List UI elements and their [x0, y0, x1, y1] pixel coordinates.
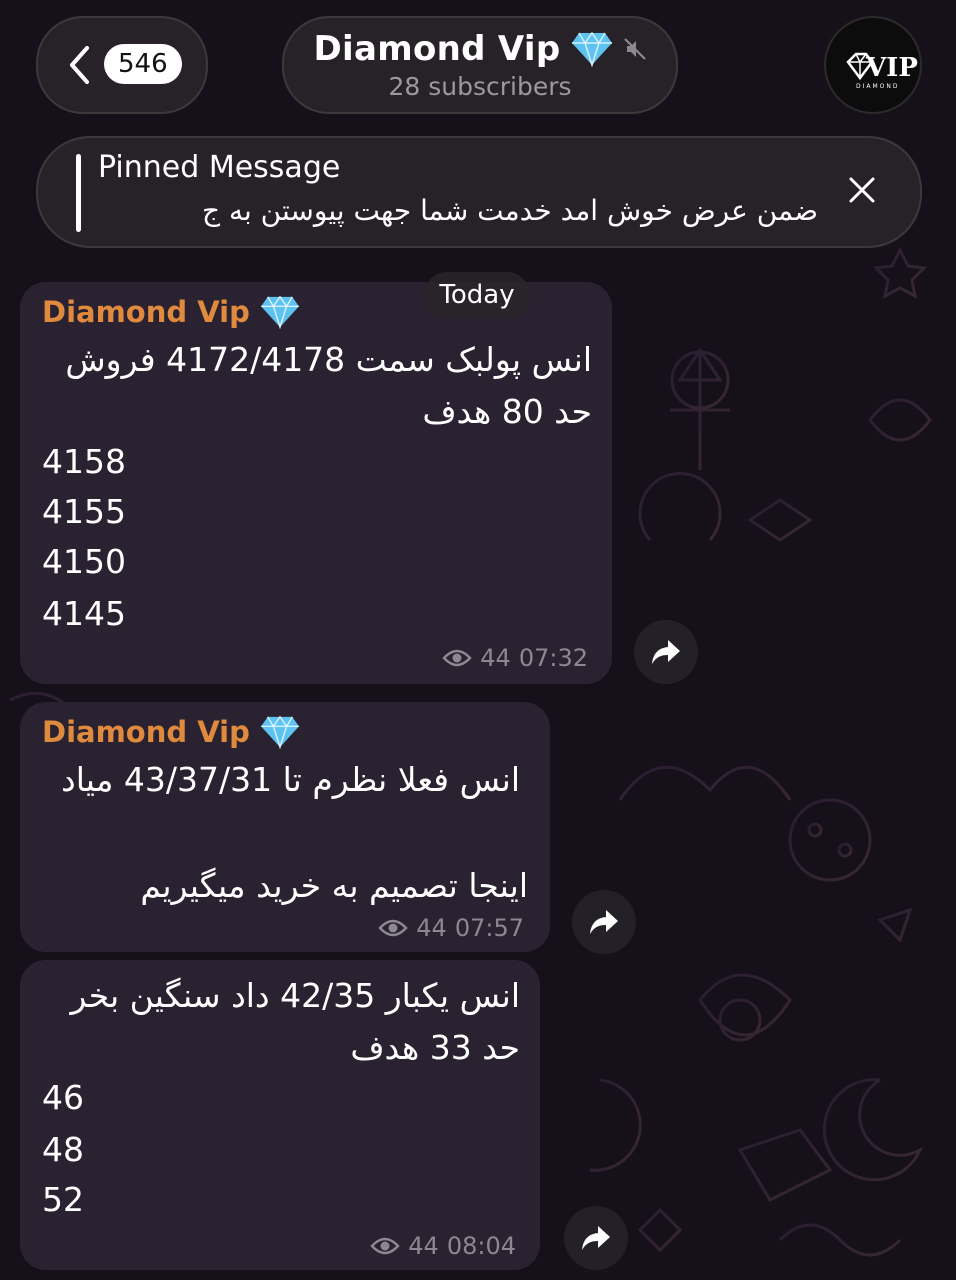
forward-button[interactable]: [572, 890, 636, 954]
message-sender: Diamond Vip: [42, 292, 300, 332]
diamond-emoji-icon: [571, 31, 612, 67]
muted-speaker-icon: [623, 38, 646, 60]
pinned-accent-line: [76, 154, 81, 232]
message-time: 07:57: [454, 914, 524, 942]
eye-icon: [442, 649, 472, 667]
message-text: 4150: [42, 542, 126, 581]
message-time: 08:04: [446, 1232, 516, 1260]
message-text: اینجا تصمیم به خرید میگیریم: [140, 866, 528, 905]
pinned-text: ضمن عرض خوش امد خدمت شما جهت پیوستن به ج: [201, 194, 818, 227]
channel-header[interactable]: Diamond Vip 28 subscribers: [282, 16, 678, 114]
vip-logo: VIP DIAMOND: [846, 52, 918, 90]
message-time: 07:32: [518, 644, 588, 672]
view-count: 44: [480, 644, 511, 672]
message-meta: 44 07:32: [442, 644, 588, 672]
svg-text:VIP: VIP: [865, 53, 918, 83]
date-chip: Today: [424, 272, 530, 318]
diamond-emoji-icon: [260, 715, 299, 749]
chevron-left-icon: [70, 46, 89, 84]
pinned-message-bar[interactable]: Pinned Message ضمن عرض خوش امد خدمت شما …: [36, 136, 922, 248]
message-bubble[interactable]: Diamond Vip انس فعلا نظرم تا 43/37/31 می…: [20, 702, 550, 952]
pinned-label: Pinned Message: [98, 150, 341, 185]
message-meta: 44 08:04: [370, 1232, 516, 1260]
subscriber-count: 28 subscribers: [388, 72, 572, 101]
message-text: 46: [42, 1078, 84, 1117]
message-text: انس پولبک سمت 4172/4178 فروش: [65, 340, 592, 379]
message-text: 52: [42, 1180, 84, 1219]
eye-icon: [378, 919, 408, 937]
diamond-emoji-icon: [260, 295, 299, 329]
message-meta: 44 07:57: [378, 914, 524, 942]
unread-count-badge: 546: [104, 44, 182, 84]
eye-icon: [370, 1237, 400, 1255]
message-text: 48: [42, 1130, 84, 1169]
channel-title: Diamond Vip: [313, 29, 561, 69]
message-sender: Diamond Vip: [42, 712, 300, 752]
forward-button[interactable]: [564, 1206, 628, 1270]
message-text: 4155: [42, 492, 126, 531]
message-bubble[interactable]: Diamond Vip انس پولبک سمت 4172/4178 فروش…: [20, 282, 612, 684]
message-text: 4158: [42, 442, 126, 481]
close-icon[interactable]: [846, 174, 878, 206]
view-count: 44: [408, 1232, 439, 1260]
share-arrow-icon: [590, 910, 618, 934]
share-arrow-icon: [652, 640, 680, 664]
message-text: انس فعلا نظرم تا 43/37/31 میاد: [61, 760, 520, 799]
message-text: انس یکبار 42/35 داد سنگین بخر: [70, 976, 520, 1015]
forward-button[interactable]: [634, 620, 698, 684]
message-text: حد 33 هدف: [350, 1028, 520, 1067]
message-text: حد 80 هدف: [422, 392, 592, 431]
sender-name: Diamond Vip: [42, 295, 250, 329]
view-count: 44: [416, 914, 447, 942]
share-arrow-icon: [582, 1226, 610, 1250]
message-bubble[interactable]: انس یکبار 42/35 داد سنگین بخر حد 33 هدف …: [20, 960, 540, 1270]
sender-name: Diamond Vip: [42, 715, 250, 749]
back-button[interactable]: 546: [36, 16, 208, 114]
channel-title-row: Diamond Vip: [284, 28, 676, 70]
svg-text:DIAMOND: DIAMOND: [856, 83, 900, 90]
channel-avatar[interactable]: VIP DIAMOND: [824, 16, 922, 114]
message-text: 4145: [42, 594, 126, 633]
